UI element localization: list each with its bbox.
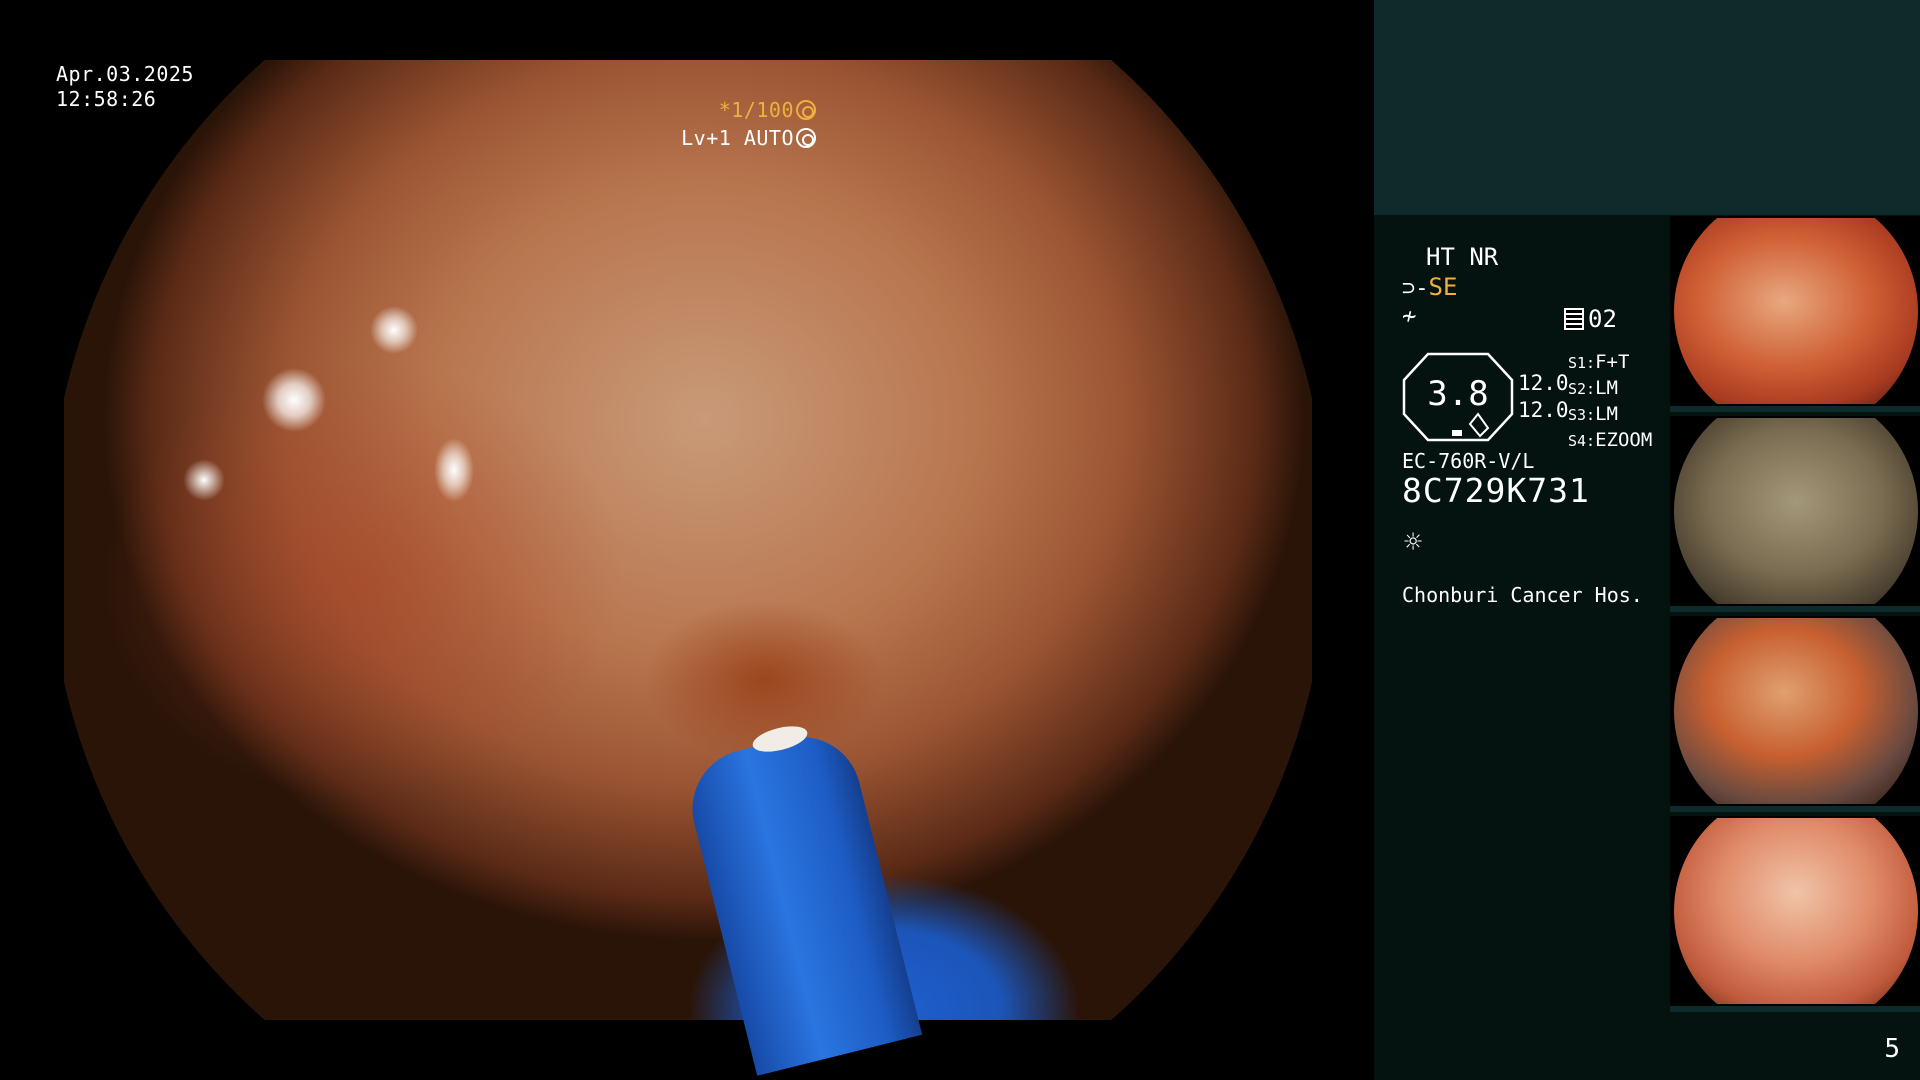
switch-row: S4:EZOOM [1568, 429, 1653, 451]
scope-serial: 8C729K731 [1402, 471, 1590, 510]
channel-text: 02 [1588, 305, 1617, 333]
setting-values: 12.0 12.0 [1518, 370, 1569, 424]
thumbnail-image [1674, 618, 1918, 804]
thumbnail-2[interactable] [1670, 416, 1920, 612]
level-readout: Lv+1 AUTO [681, 126, 816, 151]
thumbnail-4[interactable] [1670, 816, 1920, 1012]
ht-nr-label: HT NR [1426, 243, 1499, 271]
level-text: Lv+1 AUTO [681, 126, 794, 150]
shutter-readout: *1/100 [719, 98, 816, 123]
value-1: 12.0 [1518, 371, 1569, 395]
switch-row: S1:F+T [1568, 351, 1630, 373]
timestamp: Apr.03.2025 12:58:26 [56, 62, 194, 112]
switch-row: S2:LM [1568, 377, 1618, 399]
probe-area [48, 0, 1328, 1080]
memory-icon [1564, 308, 1584, 330]
zoom-octagon: 3.8 [1402, 352, 1514, 442]
blue-probe [679, 724, 923, 1076]
captured-thumbnails [1670, 216, 1920, 1016]
se-indicator: ⊃-SE [1402, 274, 1457, 302]
hospital-name: Chonburi Cancer Hos. [1402, 583, 1643, 607]
switch-row: S3:LM [1568, 403, 1618, 425]
lamp-icon: ☼ [1404, 525, 1423, 560]
aperture-icon [796, 100, 816, 120]
thumbnail-image [1674, 818, 1918, 1004]
thumbnail-image [1674, 418, 1918, 604]
time-text: 12:58:26 [56, 87, 157, 111]
thumbnail-1[interactable] [1670, 216, 1920, 412]
endoscope-view: Apr.03.2025 12:58:26 *1/100 Lv+1 AUTO [0, 0, 1374, 1080]
auto-exposure-icon [796, 128, 816, 148]
page-number: 5 [1884, 1034, 1900, 1064]
channel-indicator: 02 [1564, 306, 1617, 332]
se-text: SE [1428, 273, 1458, 301]
structure-enhance-icon: ⊃- [1402, 276, 1429, 301]
panel-header-block [1374, 0, 1920, 215]
date-text: Apr.03.2025 [56, 62, 194, 86]
thumbnail-image [1674, 218, 1918, 404]
value-2: 12.0 [1518, 398, 1569, 422]
eq-icon: ≁ [1402, 302, 1417, 330]
shutter-text: *1/100 [718, 98, 794, 122]
scope-switch-settings: S1:F+T S2:LM S3:LM S4:EZOOM [1568, 350, 1652, 454]
zoom-value: 3.8 [1427, 374, 1489, 414]
thumbnail-3[interactable] [1670, 616, 1920, 812]
